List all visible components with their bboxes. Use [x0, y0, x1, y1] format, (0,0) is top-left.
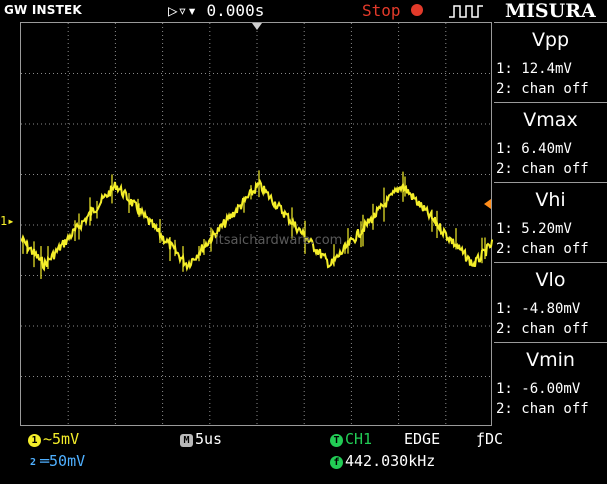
measurement-ch1-value: 1: -6.00mV [496, 381, 581, 397]
ch1-badge-icon: 1 [28, 434, 41, 447]
measurement-ch2-value: 2: chan off [496, 241, 589, 257]
run-state-label: Stop [362, 1, 401, 20]
measurement-vmin[interactable]: Vmin 1: -6.00mV 2: chan off [494, 342, 607, 422]
stop-indicator-icon [411, 4, 423, 16]
trigger-badge-icon: T [330, 434, 343, 447]
measurement-vlo[interactable]: Vlo 1: -4.80mV 2: chan off [494, 262, 607, 342]
frequency-indicator: f 442.030kHz [330, 452, 435, 470]
measurement-ch1-value: 1: -4.80mV [496, 301, 581, 317]
ch2-scale-value: ═50mV [40, 452, 86, 470]
measurement-ch2-value: 2: chan off [496, 161, 589, 177]
trigger-source-value: CH1 [345, 430, 373, 448]
measurement-ch2-value: 2: chan off [496, 401, 589, 417]
trigger-coupling[interactable]: ƒDC [476, 430, 503, 448]
measurement-ch2-value: 2: chan off [496, 321, 589, 337]
measurement-vhi[interactable]: Vhi 1: 5.20mV 2: chan off [494, 182, 607, 262]
ch2-scale-indicator[interactable]: 2 ═50mV [28, 452, 85, 470]
measurement-name: Vlo [535, 269, 566, 291]
measurement-ch1-value: 1: 6.40mV [496, 141, 572, 157]
ch1-waveform-trace [21, 170, 493, 279]
frequency-badge-icon: f [330, 456, 343, 469]
trigger-source-indicator[interactable]: T CH1 [330, 430, 372, 448]
measurement-ch1-value: 1: 5.20mV [496, 221, 572, 237]
waveform-display[interactable] [20, 22, 493, 427]
menu-title: MISURA [505, 0, 596, 22]
trigger-type[interactable]: EDGE [404, 430, 440, 448]
ch1-scale-indicator[interactable]: 1 ~5mV [28, 430, 79, 448]
trigger-level-marker[interactable] [484, 199, 491, 209]
ch2-badge-icon: 2 [29, 457, 37, 468]
ch1-trace-line [21, 178, 493, 272]
trigger-edge-icon [449, 5, 483, 18]
top-status-bar: GW INSTEK ▷▿▾ 0.000s Stop MISURA [0, 0, 607, 22]
timebase-value: 5us [195, 430, 223, 448]
brand-logo: GW INSTEK [4, 3, 82, 17]
bottom-status-bar: 1 ~5mV 2 ═50mV M 5us T CH1 EDGE ƒDC f 442.030… [0, 426, 607, 484]
measurement-vmax[interactable]: Vmax 1: 6.40mV 2: chan off [494, 102, 607, 182]
measurement-name: Vmin [526, 349, 575, 371]
measurement-name: Vmax [523, 109, 578, 131]
measurement-vpp[interactable]: Vpp 1: 12.4mV 2: chan off [494, 22, 607, 102]
measurement-ch2-value: 2: chan off [496, 81, 589, 97]
measurement-panel: Vpp 1: 12.4mV 2: chan off Vmax 1: 6.40mV… [494, 22, 607, 426]
measurement-name: Vhi [535, 189, 566, 211]
timebase-badge-icon: M [180, 434, 193, 447]
trigger-position-readout: ▷▿▾ 0.000s [168, 1, 265, 20]
measurement-name: Vpp [531, 29, 570, 51]
frequency-value: 442.030kHz [345, 452, 436, 470]
ch1-ground-marker[interactable]: 1▸ [0, 214, 14, 228]
trigger-point-marker [252, 23, 262, 30]
watermark: itsaichardware.com [215, 233, 343, 248]
measurement-ch1-value: 1: 12.4mV [496, 61, 572, 77]
timebase-indicator[interactable]: M 5us [180, 430, 222, 448]
ch1-scale-value: ~5mV [43, 430, 80, 448]
